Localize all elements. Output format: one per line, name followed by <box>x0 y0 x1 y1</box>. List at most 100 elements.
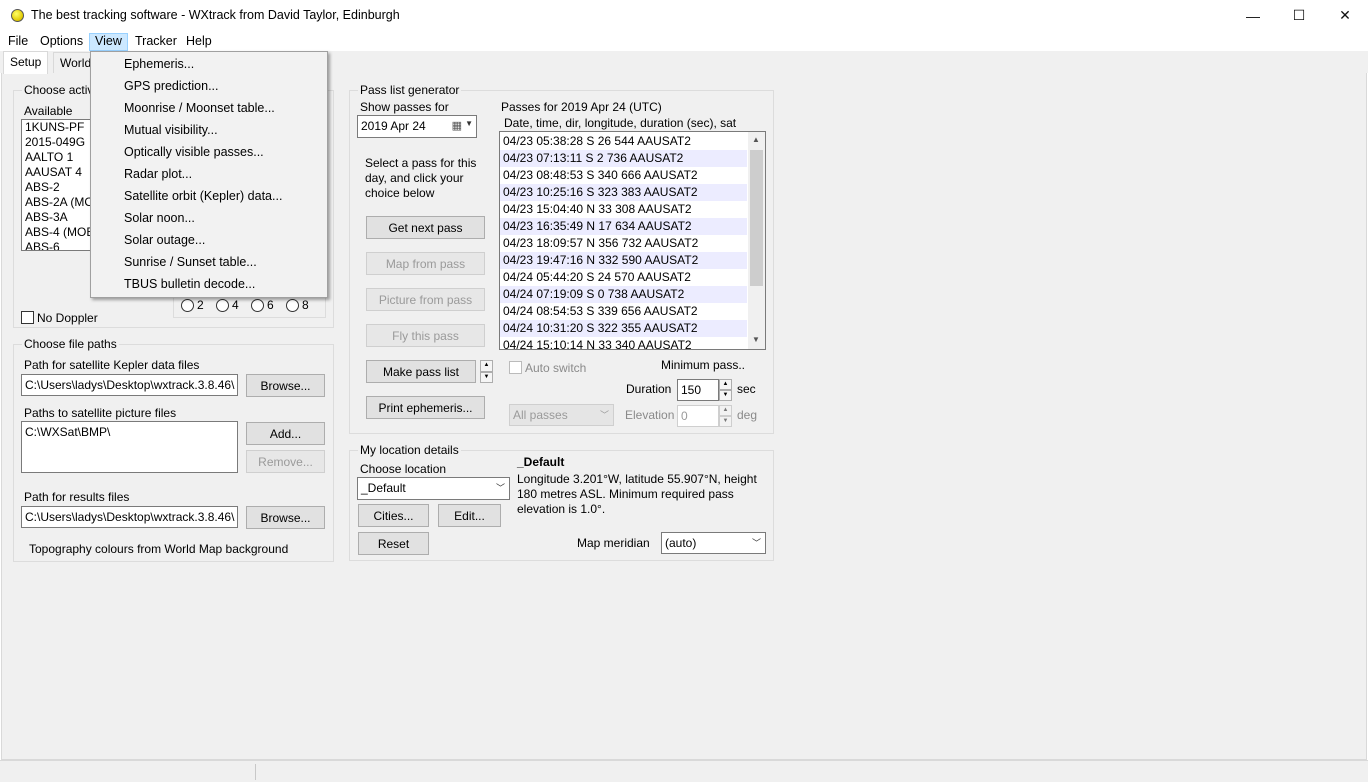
pass-row[interactable]: 04/24 10:31:20 S 322 355 AAUSAT2 <box>500 320 747 337</box>
pass-row[interactable]: 04/23 18:09:57 N 356 732 AAUSAT2 <box>500 235 747 252</box>
pass-row[interactable]: 04/23 15:04:40 N 33 308 AAUSAT2 <box>500 201 747 218</box>
make-pass-list-button[interactable]: Make pass list <box>366 360 476 383</box>
pass-row[interactable]: 04/23 05:38:28 S 26 544 AAUSAT2 <box>500 133 747 150</box>
location-select[interactable]: _Default ﹀ <box>357 477 510 500</box>
reset-button[interactable]: Reset <box>358 532 429 555</box>
print-ephemeris-button[interactable]: Print ephemeris... <box>366 396 485 419</box>
view-menu-item[interactable]: TBUS bulletin decode... <box>124 277 255 291</box>
view-menu-item[interactable]: Radar plot... <box>124 167 192 181</box>
pass-row[interactable]: 04/24 07:19:09 S 0 738 AAUSAT2 <box>500 286 747 303</box>
add-path-button[interactable]: Add... <box>246 422 325 445</box>
show-passes-label: Show passes for <box>360 100 449 114</box>
kepler-path-label: Path for satellite Kepler data files <box>24 358 200 372</box>
view-menu-item[interactable]: Ephemeris... <box>124 57 194 71</box>
radio-label: 6 <box>267 298 274 312</box>
passes-list[interactable]: 04/23 05:38:28 S 26 544 AAUSAT2 04/23 07:… <box>499 131 766 350</box>
list-item[interactable]: ABS-6 <box>22 240 90 250</box>
list-item[interactable]: 1KUNS-PF <box>22 120 90 135</box>
browse-kepler-button[interactable]: Browse... <box>246 374 325 397</box>
scroll-down-icon[interactable]: ▼ <box>752 335 760 344</box>
radio-button[interactable] <box>251 299 264 312</box>
radio-button[interactable] <box>216 299 229 312</box>
radio-button[interactable] <box>286 299 299 312</box>
list-item[interactable]: 2015-049G <box>22 135 90 150</box>
date-value: 2019 Apr 24 <box>361 119 426 133</box>
chevron-down-icon[interactable]: ▼ <box>465 119 473 128</box>
maximize-button[interactable]: ☐ <box>1276 0 1322 31</box>
pass-list-spinner[interactable]: ▲ ▼ <box>480 360 493 383</box>
radio-label: 4 <box>232 298 239 312</box>
view-menu-item[interactable]: Optically visible passes... <box>124 145 264 159</box>
results-path-field[interactable]: C:\Users\ladys\Desktop\wxtrack.3.8.46\ <box>21 506 238 528</box>
auto-switch-checkbox[interactable] <box>509 361 522 374</box>
view-menu-item[interactable]: Sunrise / Sunset table... <box>124 255 257 269</box>
passes-header: Passes for 2019 Apr 24 (UTC) <box>501 100 662 114</box>
elevation-spinner[interactable]: ▲ ▼ <box>719 405 732 427</box>
list-item[interactable]: ABS-4 (MOBILE) <box>22 225 90 240</box>
menu-file[interactable]: File <box>3 33 33 51</box>
results-path-label: Path for results files <box>24 490 130 504</box>
list-item[interactable]: ABS-2A (MOBILE) <box>22 195 90 210</box>
minimize-button[interactable]: — <box>1230 0 1276 31</box>
calendar-icon[interactable]: ▦ <box>452 119 462 132</box>
view-menu-item[interactable]: Solar noon... <box>124 211 195 225</box>
all-passes-select[interactable]: All passes ﹀ <box>509 404 614 426</box>
elevation-input[interactable]: 0 <box>677 405 719 427</box>
no-doppler-label: No Doppler <box>37 311 98 325</box>
browse-results-button[interactable]: Browse... <box>246 506 325 529</box>
all-passes-value: All passes <box>513 408 568 422</box>
pass-row[interactable]: 04/23 07:13:11 S 2 736 AAUSAT2 <box>500 150 747 167</box>
meridian-value: (auto) <box>665 536 697 550</box>
list-item[interactable]: AAUSAT 4 <box>22 165 90 180</box>
picture-paths-list[interactable]: C:\WXSat\BMP\ <box>21 421 238 473</box>
view-menu-dropdown: Ephemeris... GPS prediction... Moonrise / … <box>90 51 328 298</box>
pass-row[interactable]: 04/23 08:48:53 S 340 666 AAUSAT2 <box>500 167 747 184</box>
date-picker[interactable]: 2019 Apr 24 ▦ ▼ <box>357 115 477 138</box>
chevron-down-icon: ﹀ <box>599 410 609 420</box>
status-bar <box>0 760 1368 782</box>
scroll-up-icon[interactable]: ▲ <box>752 135 760 144</box>
kepler-path-field[interactable]: C:\Users\ladys\Desktop\wxtrack.3.8.46\ <box>21 374 238 396</box>
passes-scrollbar[interactable]: ▲ ▼ <box>748 132 765 349</box>
scroll-thumb[interactable] <box>750 150 763 286</box>
pass-row[interactable]: 04/24 05:44:20 S 24 570 AAUSAT2 <box>500 269 747 286</box>
list-item[interactable]: ABS-2 <box>22 180 90 195</box>
picture-from-pass-button[interactable]: Picture from pass <box>366 288 485 311</box>
list-item[interactable]: ABS-3A <box>22 210 90 225</box>
no-doppler-checkbox[interactable] <box>21 311 34 324</box>
menu-options[interactable]: Options <box>35 33 88 51</box>
menu-tracker[interactable]: Tracker <box>130 33 182 51</box>
map-from-pass-button[interactable]: Map from pass <box>366 252 485 275</box>
pass-row[interactable]: 04/24 15:10:14 N 33 340 AAUSAT2 <box>500 337 747 349</box>
view-menu-item[interactable]: Moonrise / Moonset table... <box>124 101 275 115</box>
pass-row[interactable]: 04/24 08:54:53 S 339 656 AAUSAT2 <box>500 303 747 320</box>
pass-row[interactable]: 04/23 19:47:16 N 332 590 AAUSAT2 <box>500 252 747 269</box>
view-menu-item[interactable]: Mutual visibility... <box>124 123 218 137</box>
radio-button[interactable] <box>181 299 194 312</box>
view-menu-item[interactable]: Solar outage... <box>124 233 205 247</box>
map-meridian-select[interactable]: (auto) ﹀ <box>661 532 766 554</box>
fly-this-pass-button[interactable]: Fly this pass <box>366 324 485 347</box>
menu-bar: File Options View Tracker Help <box>0 31 1368 51</box>
get-next-pass-button[interactable]: Get next pass <box>366 216 485 239</box>
duration-spinner[interactable]: ▲ ▼ <box>719 379 732 401</box>
topography-label: Topography colours from World Map backgr… <box>29 542 289 556</box>
choose-location-label: Choose location <box>360 462 447 476</box>
location-name: _Default <box>517 455 565 469</box>
menu-view[interactable]: View <box>89 33 128 51</box>
tab-setup[interactable]: Setup <box>3 51 49 74</box>
group-title: My location details <box>358 443 461 457</box>
available-list[interactable]: 1KUNS-PF 2015-049G AALTO 1 AAUSAT 4 ABS-2 ABS… <box>21 119 91 251</box>
view-menu-item[interactable]: GPS prediction... <box>124 79 219 93</box>
pass-row[interactable]: 04/23 10:25:16 S 323 383 AAUSAT2 <box>500 184 747 201</box>
map-meridian-label: Map meridian <box>577 536 650 550</box>
list-item[interactable]: AALTO 1 <box>22 150 90 165</box>
menu-help[interactable]: Help <box>181 33 217 51</box>
remove-path-button[interactable]: Remove... <box>246 450 325 473</box>
pass-row[interactable]: 04/23 16:35:49 N 17 634 AAUSAT2 <box>500 218 747 235</box>
close-button[interactable]: ✕ <box>1322 0 1368 31</box>
duration-input[interactable]: 150 <box>677 379 719 401</box>
view-menu-item[interactable]: Satellite orbit (Kepler) data... <box>124 189 282 203</box>
edit-location-button[interactable]: Edit... <box>438 504 501 527</box>
cities-button[interactable]: Cities... <box>358 504 429 527</box>
